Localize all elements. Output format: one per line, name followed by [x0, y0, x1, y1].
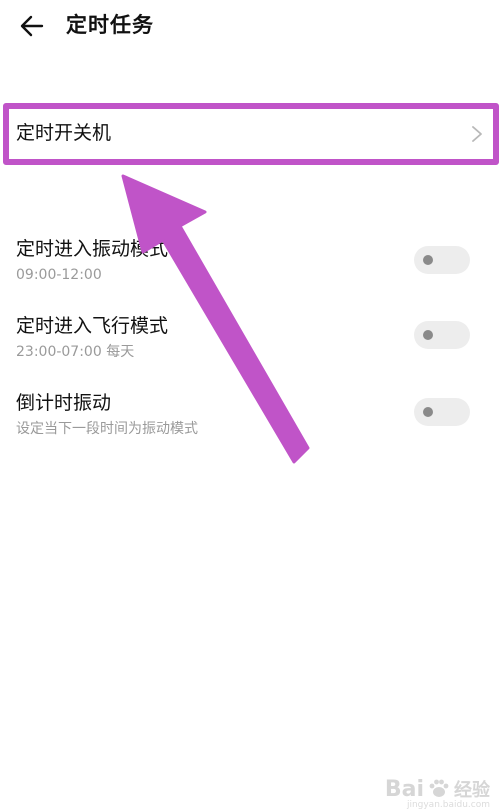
paw-icon — [429, 779, 449, 797]
vibrate-schedule-title: 定时进入振动模式 — [16, 238, 169, 260]
vibrate-schedule-time: 09:00-12:00 — [16, 267, 102, 283]
back-button[interactable] — [14, 8, 50, 44]
back-arrow-icon — [20, 15, 44, 37]
header-bar: 定时任务 — [0, 0, 500, 56]
watermark-url: jingyan.baidu.com — [406, 800, 490, 810]
watermark-brand-suffix: 经验 — [454, 780, 490, 801]
page-title: 定时任务 — [66, 13, 154, 37]
watermark-brand: Bai — [384, 776, 424, 802]
airplane-schedule-title: 定时进入飞行模式 — [16, 315, 169, 337]
countdown-vibrate-title: 倒计时振动 — [16, 392, 112, 414]
airplane-schedule-toggle[interactable] — [414, 321, 470, 349]
airplane-schedule-row: 定时进入飞行模式 23:00-07:00 每天 — [0, 313, 500, 383]
countdown-vibrate-row: 倒计时振动 设定当下一段时间为振动模式 — [0, 390, 500, 460]
toggle-knob — [423, 330, 433, 340]
countdown-vibrate-toggle[interactable] — [414, 398, 470, 426]
toggle-knob — [423, 255, 433, 265]
highlight-box — [3, 103, 499, 165]
toggle-knob — [423, 407, 433, 417]
vibrate-schedule-toggle[interactable] — [414, 246, 470, 274]
watermark-logo: Bai 经验 — [385, 776, 490, 802]
vibrate-schedule-row: 定时进入振动模式 09:00-12:00 — [0, 236, 500, 306]
countdown-vibrate-desc: 设定当下一段时间为振动模式 — [16, 421, 198, 437]
airplane-schedule-time: 23:00-07:00 每天 — [16, 344, 135, 360]
